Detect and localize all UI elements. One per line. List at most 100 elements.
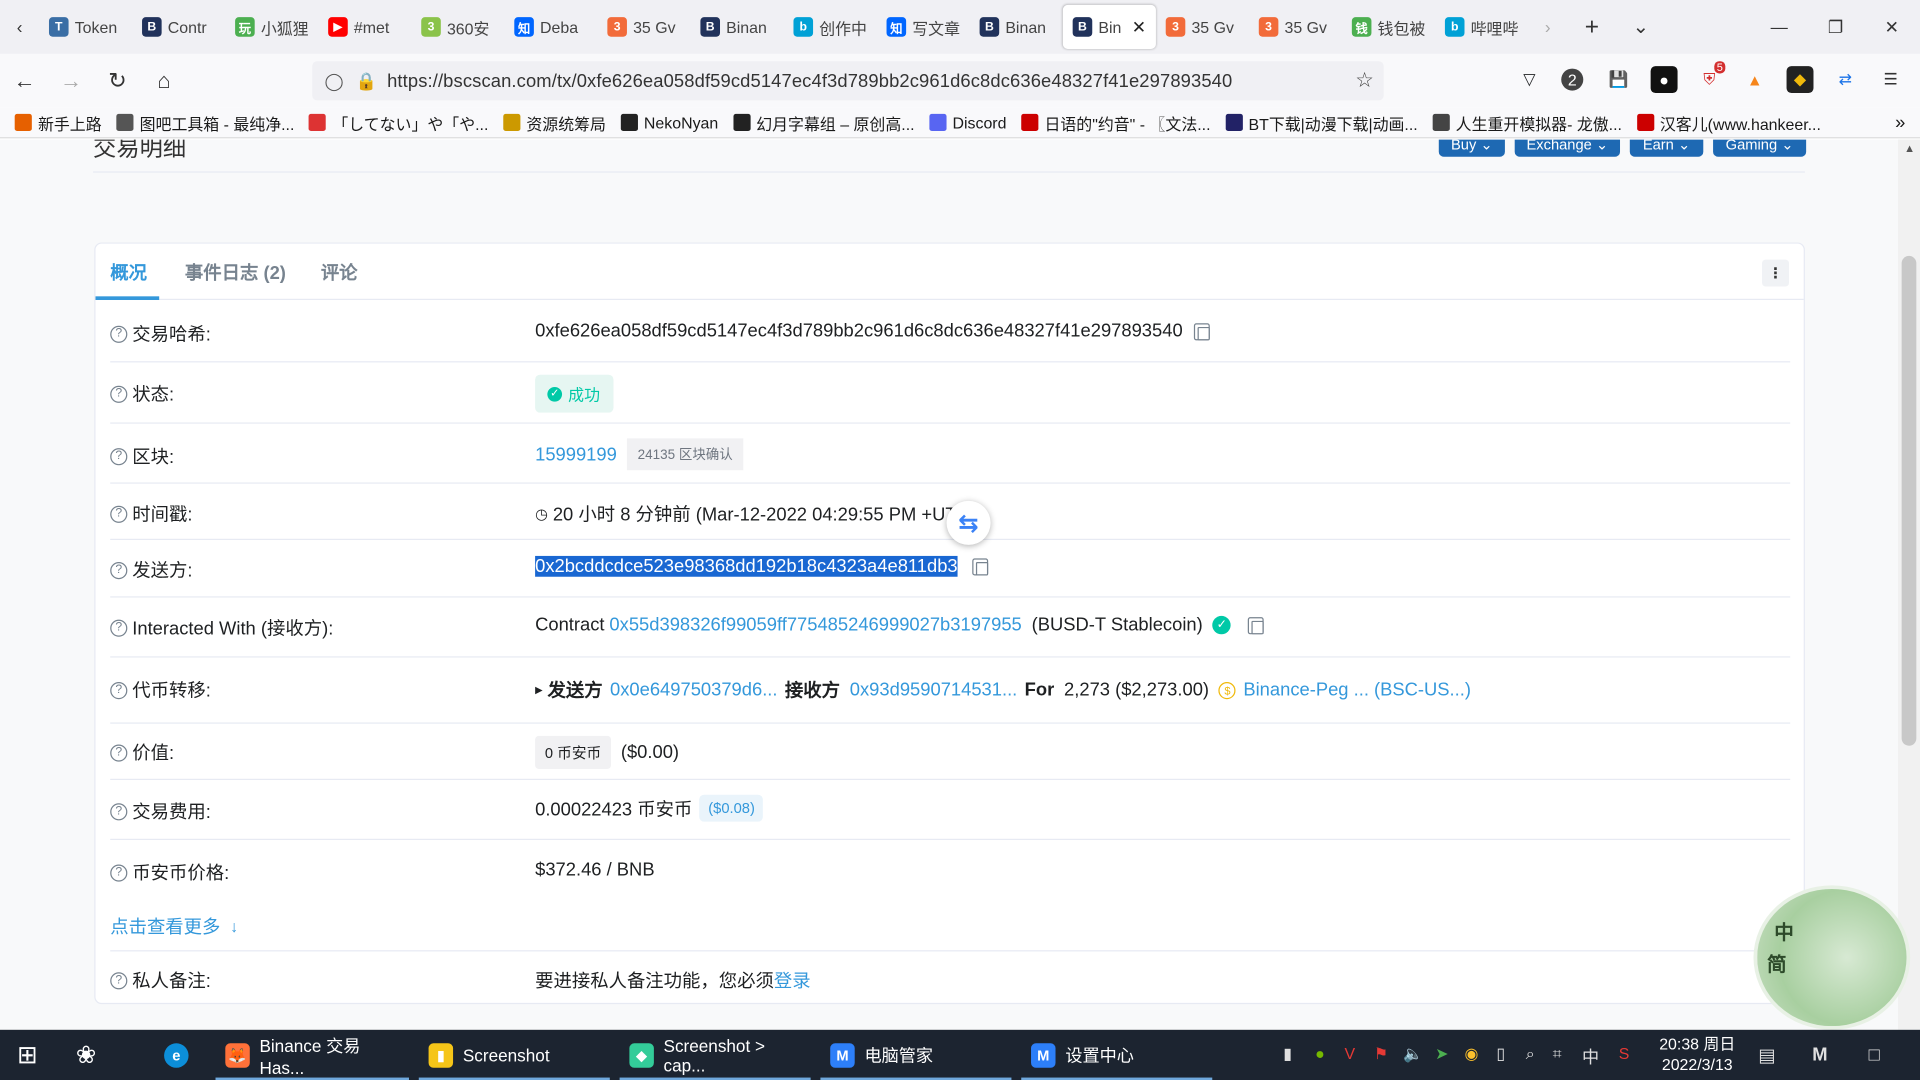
sogou-ime-icon[interactable]: S: [1619, 1044, 1630, 1062]
help-icon[interactable]: ?: [110, 971, 128, 989]
back-icon[interactable]: ←: [2, 59, 46, 103]
expand-triangle-icon[interactable]: ▶: [535, 684, 543, 695]
tab-scroll-right-icon[interactable]: ›: [1528, 0, 1567, 54]
browser-tab[interactable]: ▶ #met: [318, 5, 411, 49]
pocket-icon[interactable]: ▽: [1516, 66, 1543, 93]
taskbar-app[interactable]: M 电脑管家: [820, 1030, 1012, 1080]
forward-icon[interactable]: →: [49, 59, 93, 103]
save-extension-icon[interactable]: 💾: [1605, 66, 1632, 93]
help-icon[interactable]: ?: [110, 743, 128, 762]
browser-tab[interactable]: B Bin ✕: [1062, 4, 1156, 49]
shield-extension-icon[interactable]: ⛨ 5: [1696, 61, 1726, 93]
keyboard-tray-icon[interactable]: ⌗: [1553, 1044, 1562, 1064]
more-options-icon[interactable]: ⋮: [1762, 259, 1789, 287]
taskbar-app[interactable]: ▮ Screenshot: [418, 1030, 610, 1080]
help-icon[interactable]: ?: [110, 561, 128, 579]
manager-tray-icon[interactable]: M: [1812, 1044, 1827, 1065]
bookmark-item[interactable]: 汉客儿(www.hankeer...: [1636, 111, 1821, 134]
battery-tray-icon[interactable]: ▮: [1283, 1044, 1292, 1064]
notepad-tray-icon[interactable]: ▤: [1758, 1044, 1775, 1067]
scrollbar-thumb[interactable]: [1901, 255, 1917, 746]
help-icon[interactable]: ?: [110, 505, 128, 523]
browser-tab[interactable]: b 哔哩哔: [1435, 5, 1528, 49]
tab-close-icon[interactable]: ✕: [1132, 17, 1146, 38]
help-icon[interactable]: ?: [110, 325, 128, 343]
block-number-link[interactable]: 15999199: [535, 444, 617, 465]
help-icon[interactable]: ?: [110, 802, 128, 820]
taskbar-app[interactable]: M 设置中心: [1021, 1030, 1213, 1080]
system-clock[interactable]: 20:38 周日 2022/3/13: [1659, 1033, 1735, 1075]
translate-float-button[interactable]: ⇆: [946, 500, 991, 545]
nvidia-tray-icon[interactable]: ●: [1315, 1044, 1325, 1062]
from-address-link[interactable]: 0x2bcddcdce523e98368dd192b18c4323a4e811d…: [535, 555, 958, 577]
search-widget-icon[interactable]: ❀: [66, 1030, 120, 1080]
browser-tab[interactable]: B Contr: [132, 5, 225, 49]
login-link[interactable]: 登录: [774, 967, 811, 993]
gaming-button[interactable]: Gaming ⌄: [1713, 139, 1807, 157]
earn-button[interactable]: Earn ⌄: [1629, 139, 1704, 157]
reload-icon[interactable]: ↻: [96, 59, 140, 103]
transfer-to-link[interactable]: 0x93d9590714531...: [850, 680, 1018, 701]
exchange-button[interactable]: Exchange ⌄: [1514, 139, 1621, 157]
page-scrollbar[interactable]: ▲: [1897, 139, 1920, 1030]
browser-tab[interactable]: 3 35 Gv: [598, 5, 691, 49]
address-bar[interactable]: ◯ 🔒 https://bscscan.com/tx/0xfe626ea058d…: [312, 61, 1384, 101]
url-text[interactable]: https://bscscan.com/tx/0xfe626ea058df59c…: [387, 70, 1232, 91]
volume-icon[interactable]: 🔈: [1403, 1044, 1423, 1064]
window-close-icon[interactable]: ✕: [1864, 0, 1920, 54]
browser-tab[interactable]: 知 Deba: [504, 5, 597, 49]
bookmark-item[interactable]: 人生重开模拟器- 龙傲...: [1432, 111, 1622, 134]
notifications-icon[interactable]: □: [1869, 1044, 1880, 1065]
tab-comments[interactable]: 评论: [321, 260, 358, 286]
browser-tab[interactable]: b 创作中: [784, 5, 877, 49]
tab-list-button[interactable]: ⌄: [1616, 0, 1665, 54]
lotus-ime-widget[interactable]: 中 简: [1753, 885, 1911, 1030]
copy-icon[interactable]: [1193, 322, 1210, 340]
taskbar-app[interactable]: ◆ Screenshot > cap...: [619, 1030, 811, 1080]
bookmark-item[interactable]: 资源统筹局: [503, 111, 606, 134]
panda-extension-icon[interactable]: ●: [1650, 66, 1678, 94]
help-icon[interactable]: ?: [110, 447, 128, 465]
edge-icon[interactable]: e: [154, 1030, 208, 1080]
help-icon[interactable]: ?: [110, 385, 128, 403]
shield-icon[interactable]: ◯: [324, 70, 343, 91]
restore-icon[interactable]: ❐: [1807, 0, 1863, 54]
bookmark-item[interactable]: Discord: [929, 111, 1006, 134]
antivirus-tray-icon[interactable]: V: [1345, 1044, 1356, 1062]
bookmark-item[interactable]: 图吧工具箱 - 最纯净...: [116, 111, 294, 134]
see-more-link[interactable]: 点击查看更多 ↓: [110, 913, 238, 939]
minimize-icon[interactable]: —: [1751, 0, 1807, 54]
menu-icon[interactable]: ☰: [1877, 66, 1904, 93]
wifi-icon[interactable]: ⌕: [1526, 1044, 1535, 1064]
home-icon[interactable]: ⌂: [142, 59, 186, 103]
browser-tab[interactable]: 3 35 Gv: [1156, 5, 1249, 49]
help-icon[interactable]: ?: [110, 863, 128, 882]
copy-icon[interactable]: [1248, 616, 1264, 634]
network-tray-icon[interactable]: ➤: [1435, 1044, 1448, 1064]
copy-icon[interactable]: [972, 557, 989, 575]
see-more-text[interactable]: 点击查看更多: [110, 913, 220, 939]
scroll-up-icon[interactable]: ▲: [1904, 142, 1915, 154]
buy-button[interactable]: Buy ⌄: [1438, 139, 1505, 157]
browser-tab[interactable]: 玩小狐狸: [225, 5, 318, 49]
bookmark-item[interactable]: 幻月字幕组 – 原创高...: [732, 111, 915, 134]
token-link[interactable]: Binance-Peg ... (BSC-US...): [1243, 680, 1471, 701]
contract-address-link[interactable]: 0x55d398326f99059ff775485246999027b31979…: [609, 615, 1021, 636]
new-tab-button[interactable]: +: [1567, 0, 1616, 54]
transfer-from-link[interactable]: 0x0e649750379d6...: [610, 680, 778, 701]
taskbar-app[interactable]: 🦊 Binance 交易 Has...: [215, 1030, 409, 1080]
lock-icon[interactable]: 🔒: [356, 70, 377, 91]
bookmark-item[interactable]: NekoNyan: [620, 111, 718, 134]
bookmark-star-icon[interactable]: ☆: [1355, 69, 1374, 93]
bookmark-item[interactable]: BT下载|动漫下载|动画...: [1225, 111, 1418, 134]
browser-tab[interactable]: 钱钱包被: [1342, 5, 1435, 49]
metamask-icon[interactable]: ▲: [1741, 66, 1768, 93]
browser-tab[interactable]: 3 360安: [411, 5, 504, 49]
chrome-tray-icon[interactable]: ◉: [1465, 1044, 1479, 1064]
help-icon[interactable]: ?: [110, 618, 128, 637]
bookmark-item[interactable]: 新手上路: [14, 111, 102, 134]
browser-tab[interactable]: B Binan: [970, 5, 1063, 49]
bookmark-item[interactable]: 「してない」や「や...: [309, 111, 488, 134]
binance-wallet-icon[interactable]: ◆: [1786, 66, 1814, 94]
browser-tab[interactable]: B Binan: [691, 5, 784, 49]
